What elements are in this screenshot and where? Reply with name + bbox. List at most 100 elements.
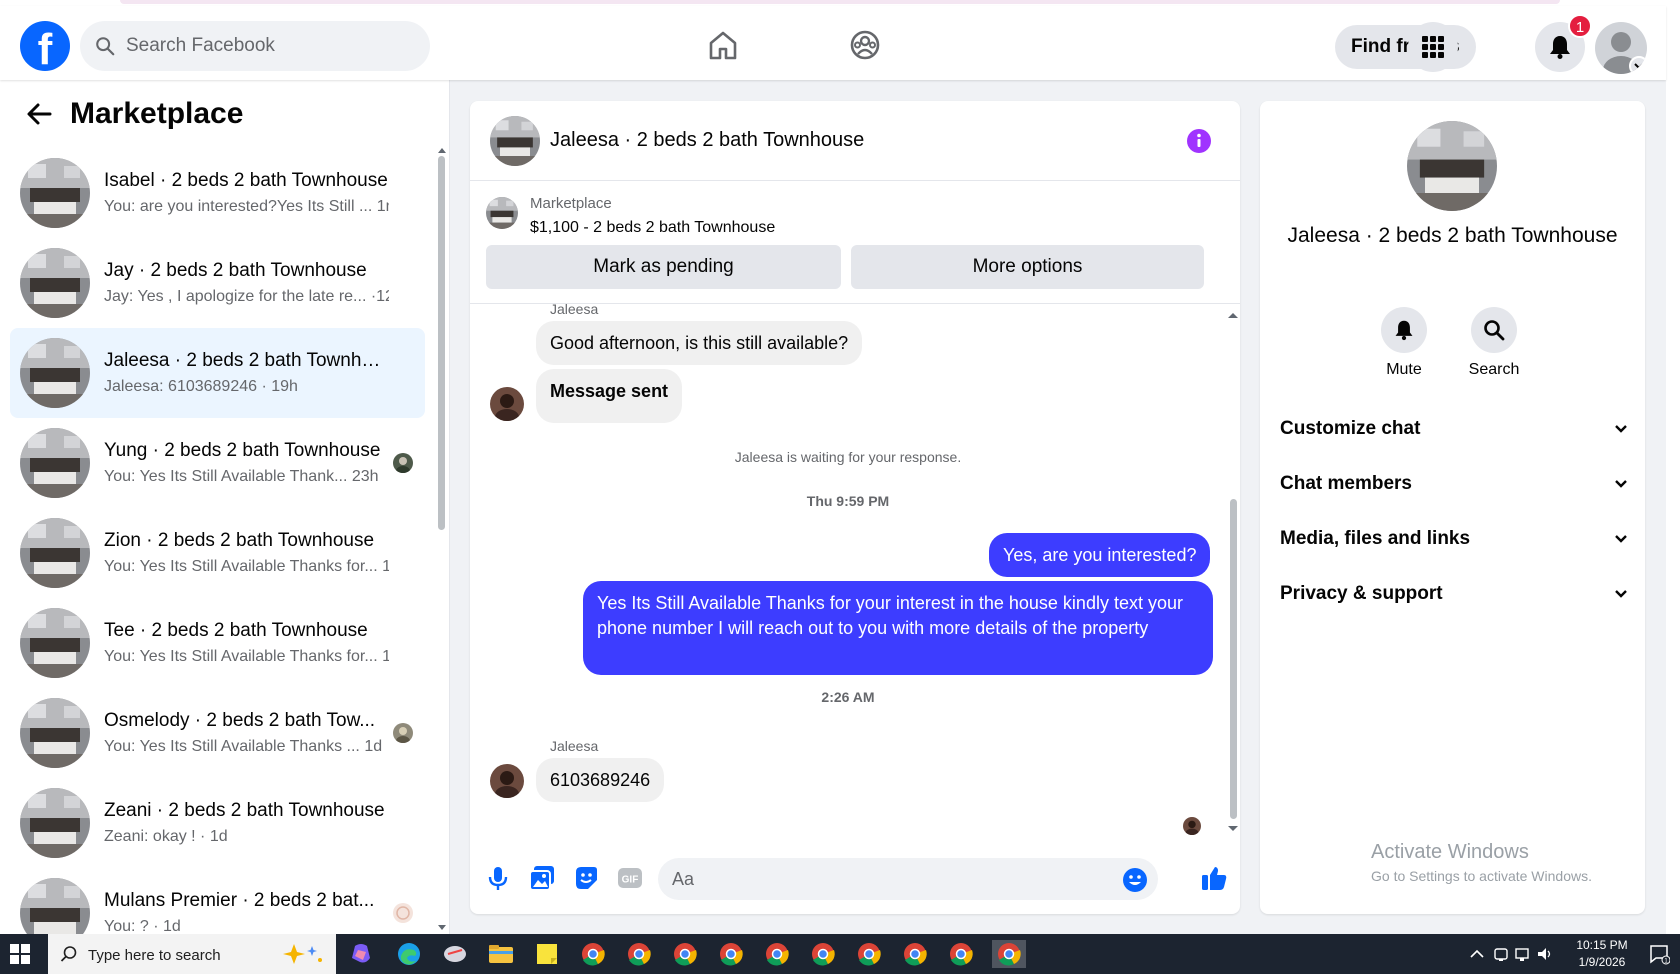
taskbar-search[interactable] bbox=[48, 934, 336, 974]
profile-avatar[interactable] bbox=[1595, 22, 1647, 74]
section-label: Privacy & support bbox=[1280, 583, 1443, 604]
conversation-name: Osmelody · 2 beds 2 bath Tow... bbox=[104, 710, 376, 731]
message-input-box[interactable] bbox=[658, 858, 1158, 900]
incoming-message[interactable]: 6103689246 bbox=[536, 758, 665, 802]
copilot-icon[interactable] bbox=[346, 940, 376, 968]
scroll-up-icon[interactable] bbox=[437, 146, 447, 154]
gif-icon[interactable]: GIF bbox=[616, 864, 644, 892]
sidebar-scrollbar[interactable] bbox=[436, 146, 446, 932]
chat-listing-thumbnail[interactable] bbox=[490, 116, 540, 166]
top-navbar: f Find friends 1 bbox=[0, 6, 1666, 80]
clock-time: 10:15 PM bbox=[1576, 938, 1628, 952]
home-icon[interactable] bbox=[706, 28, 740, 62]
conversation-item[interactable]: Isabel · 2 beds 2 bath Townhouse You: are… bbox=[10, 148, 425, 238]
app-icon[interactable] bbox=[440, 940, 470, 968]
microphone-icon[interactable] bbox=[484, 864, 512, 892]
listing-profile-image[interactable] bbox=[1407, 121, 1497, 211]
chevron-down-icon bbox=[1615, 590, 1627, 598]
chat-members-section[interactable]: Chat members bbox=[1280, 464, 1630, 504]
conversation-preview: You: Yes Its Still Available Thank... 23… bbox=[104, 468, 379, 485]
conversation-item[interactable]: Yung · 2 beds 2 bath Townhouse You: Yes I… bbox=[10, 418, 425, 508]
message-input[interactable] bbox=[672, 866, 1112, 892]
sticker-icon[interactable] bbox=[572, 864, 600, 892]
chrome-icon[interactable] bbox=[762, 940, 792, 968]
search-action[interactable]: Search bbox=[1464, 307, 1524, 379]
message-composer: GIF bbox=[470, 846, 1240, 914]
chrome-icon-active[interactable] bbox=[992, 940, 1026, 968]
clock-date: 1/9/2026 bbox=[1578, 955, 1626, 969]
scroll-down-icon[interactable] bbox=[437, 924, 447, 932]
conversation-item[interactable]: Zeani · 2 beds 2 bath Townhouse Zeani: ok… bbox=[10, 778, 425, 868]
facebook-logo-icon[interactable]: f bbox=[20, 21, 70, 71]
section-label: Chat members bbox=[1280, 473, 1412, 494]
search-label: Search bbox=[1468, 361, 1520, 378]
photo-icon[interactable] bbox=[528, 864, 556, 892]
notification-center-icon[interactable]: 1 bbox=[1648, 943, 1670, 965]
sender-avatar[interactable] bbox=[490, 764, 524, 798]
incoming-message[interactable]: Message sent bbox=[536, 369, 683, 423]
mute-label: Mute bbox=[1386, 361, 1422, 378]
scroll-up-icon[interactable] bbox=[1227, 311, 1239, 319]
chrome-icon[interactable] bbox=[716, 940, 746, 968]
edge-browser-icon[interactable] bbox=[394, 940, 424, 968]
conversation-item[interactable]: Osmelody · 2 beds 2 bath Tow... You: Yes … bbox=[10, 688, 425, 778]
outgoing-message[interactable]: Yes, are you interested? bbox=[989, 533, 1211, 577]
chrome-icon[interactable] bbox=[670, 940, 700, 968]
chevron-down-icon bbox=[1615, 480, 1627, 488]
chrome-icon[interactable] bbox=[624, 940, 654, 968]
conversation-item[interactable]: Tee · 2 beds 2 bath Townhouse You: Yes It… bbox=[10, 598, 425, 688]
sender-avatar[interactable] bbox=[490, 387, 524, 421]
page-scrollbar[interactable] bbox=[1666, 6, 1680, 934]
mute-action[interactable]: Mute bbox=[1374, 307, 1434, 379]
tray-app-icon[interactable] bbox=[1492, 945, 1510, 963]
tray-chevron-up-icon[interactable] bbox=[1468, 945, 1486, 963]
chrome-icon[interactable] bbox=[900, 940, 930, 968]
privacy-support-section[interactable]: Privacy & support bbox=[1280, 574, 1630, 614]
menu-button[interactable] bbox=[1408, 22, 1458, 72]
thumbs-up-icon[interactable] bbox=[1200, 864, 1228, 892]
customize-chat-section[interactable]: Customize chat bbox=[1280, 409, 1630, 449]
chat-scrollbar[interactable] bbox=[1226, 309, 1240, 833]
page-title: Marketplace bbox=[70, 97, 244, 130]
incoming-message[interactable]: Good afternoon, is this still available? bbox=[536, 321, 863, 365]
info-icon[interactable] bbox=[1186, 128, 1212, 154]
listing-thumbnail bbox=[20, 608, 90, 678]
chat-title[interactable]: Jaleesa · 2 beds 2 bath Townhouse bbox=[550, 129, 864, 152]
search-bar[interactable] bbox=[80, 21, 430, 71]
search-input[interactable] bbox=[126, 35, 406, 57]
conversation-name: Mulans Premier · 2 beds 2 bat... bbox=[104, 890, 375, 911]
back-arrow-icon[interactable] bbox=[22, 96, 58, 132]
taskbar-search-input[interactable] bbox=[88, 944, 268, 966]
windows-start-icon[interactable] bbox=[10, 944, 30, 964]
volume-icon[interactable] bbox=[1536, 945, 1554, 963]
listing-thumbnail bbox=[20, 788, 90, 858]
emoji-icon[interactable] bbox=[1122, 867, 1148, 893]
groups-icon[interactable] bbox=[848, 28, 882, 62]
sticky-notes-icon[interactable] bbox=[532, 940, 562, 968]
chat-details-panel: Jaleesa · 2 beds 2 bath Townhouse Mute S… bbox=[1260, 101, 1645, 914]
chrome-icon[interactable] bbox=[808, 940, 838, 968]
chrome-icon[interactable] bbox=[578, 940, 608, 968]
conversation-item[interactable]: Jay · 2 beds 2 bath Townhouse Jay: Yes , … bbox=[10, 238, 425, 328]
media-files-links-section[interactable]: Media, files and links bbox=[1280, 519, 1630, 559]
bell-icon bbox=[1550, 36, 1570, 59]
section-label: Customize chat bbox=[1280, 418, 1421, 439]
taskbar-clock[interactable]: 10:15 PM 1/9/2026 bbox=[1570, 937, 1634, 971]
conversation-item[interactable]: Zion · 2 beds 2 bath Townhouse You: Yes I… bbox=[10, 508, 425, 598]
listing-small-thumbnail[interactable] bbox=[486, 197, 518, 229]
listing-description[interactable]: $1,100 - 2 beds 2 bath Townhouse bbox=[530, 219, 775, 237]
mark-pending-button[interactable]: Mark as pending bbox=[486, 245, 841, 289]
more-options-button[interactable]: More options bbox=[851, 245, 1204, 289]
file-explorer-icon[interactable] bbox=[486, 940, 516, 968]
scroll-down-icon[interactable] bbox=[1227, 825, 1239, 833]
listing-thumbnail bbox=[20, 338, 90, 408]
outgoing-message[interactable]: Yes Its Still Available Thanks for your … bbox=[583, 581, 1213, 675]
chat-header: Jaleesa · 2 beds 2 bath Townhouse bbox=[470, 101, 1240, 181]
network-icon[interactable] bbox=[1514, 945, 1532, 963]
chrome-icon[interactable] bbox=[854, 940, 884, 968]
seen-avatar bbox=[393, 453, 413, 473]
search-icon bbox=[96, 37, 115, 56]
conversation-preview: You: Yes Its Still Available Thanks ... … bbox=[104, 738, 383, 755]
chrome-icon[interactable] bbox=[946, 940, 976, 968]
conversation-item-active[interactable]: Jaleesa · 2 beds 2 bath Townhouse Jaleesa… bbox=[10, 328, 425, 418]
